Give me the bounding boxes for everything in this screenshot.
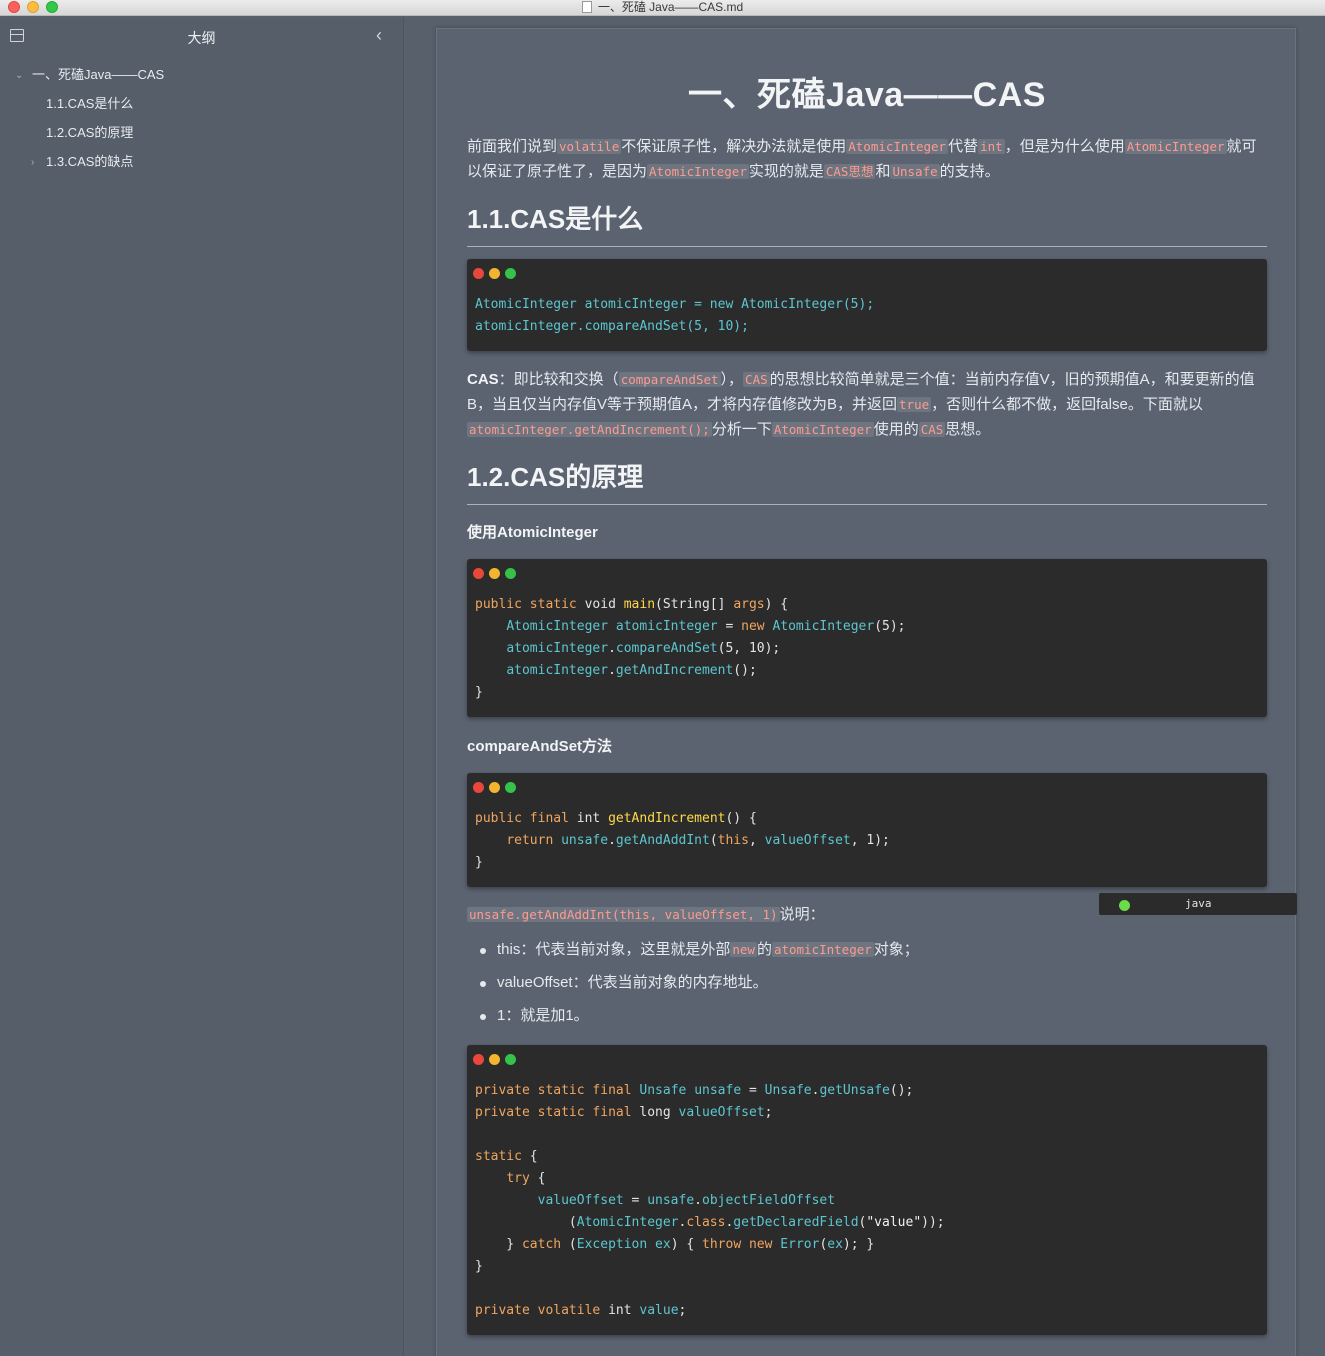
code-content[interactable]: private static final Unsafe unsafe = Uns… [475, 1080, 945, 1322]
chevron-left-icon[interactable]: ‹ [376, 26, 382, 44]
inline-code: AtomicInteger [647, 164, 749, 179]
status-dot-icon [1119, 900, 1130, 911]
window-dots-icon [473, 1052, 521, 1065]
code-content[interactable]: public final int getAndIncrement() { ret… [475, 808, 890, 874]
outline-item-drawbacks[interactable]: › 1.3.CAS的缺点 [0, 152, 403, 181]
heading-compareandset-method: compareAndSet方法 [467, 738, 613, 755]
param-list: this：代表当前对象，这里就是外部 new 的 atomicInteger 对象； v… [467, 939, 1267, 1038]
code-line: AtomicInteger atomicInteger = new Atomic… [475, 297, 875, 312]
inline-code: new [730, 942, 757, 957]
inline-code: AtomicInteger [1124, 139, 1227, 154]
window-title: 一、死磕 Java——CAS.md [0, 0, 1325, 14]
window-dots-icon [473, 780, 521, 793]
heading-use-atomicinteger: 使用AtomicInteger [467, 524, 598, 541]
inline-code: AtomicInteger [771, 422, 874, 437]
inline-code: CAS [918, 422, 946, 437]
inline-code: unsafe.getAndAddInt(this, valueOffset, 1… [467, 907, 780, 922]
inline-code: volatile [557, 139, 622, 154]
inline-code: atomicInteger.getAndIncrement(); [467, 422, 712, 437]
editor-page[interactable]: 一、死磕Java——CAS 前面我们说到 volatile 不保证原子性，解决办法就… [436, 28, 1297, 1356]
inline-code: AtomicInteger [846, 139, 949, 154]
outline-item-cas[interactable]: ⌄ 一、死磕Java——CAS [0, 65, 403, 94]
inline-code: int [978, 139, 1005, 154]
code-language-selector[interactable]: java [1099, 893, 1297, 915]
title-bar: 一、死磕 Java——CAS.md [0, 0, 1325, 16]
list-item: 1：就是加1。 [467, 1005, 1267, 1038]
code-content[interactable]: public static void main(String[] args) {… [475, 594, 906, 704]
heading-cas-principle: 1.2.CAS的原理 [467, 457, 1267, 505]
list-item: valueOffset：代表当前对象的内存地址。 [467, 972, 1267, 1005]
window-dots-icon [473, 566, 521, 579]
code-block-3[interactable]: public final int getAndIncrement() { ret… [467, 773, 1267, 887]
sidebar-title: 大纲 [187, 30, 216, 46]
sidebar-header: 大纲 ‹ [0, 17, 403, 55]
intro-paragraph: 前面我们说到 volatile 不保证原子性，解决办法就是使用 AtomicInteg… [467, 138, 1257, 180]
outline-item-what[interactable]: 1.1.CAS是什么 [0, 94, 403, 123]
code-block-4[interactable]: private static final Unsafe unsafe = Uns… [467, 1045, 1267, 1335]
code-content[interactable]: AtomicInteger atomicInteger = new Atomic… [475, 294, 874, 338]
window-dots-icon [473, 266, 521, 279]
chevron-down-icon[interactable]: ⌄ [15, 66, 23, 86]
inline-code: atomicInteger [771, 942, 874, 957]
code-line: atomicInteger.compareAndSet(5, 10); [475, 319, 749, 334]
outline-list: ⌄ 一、死磕Java——CAS 1.1.CAS是什么 1.2.CAS的原理 › … [0, 65, 403, 181]
outline-item-principle[interactable]: 1.2.CAS的原理 [0, 123, 403, 152]
inline-code: true [897, 397, 932, 412]
inline-code: CAS思想 [823, 164, 876, 179]
heading-what-is-cas: 1.1.CAS是什么 [467, 199, 1267, 247]
document-title: 一、死磕Java——CAS [688, 76, 1046, 114]
document-icon [581, 1, 592, 13]
inline-code: compareAndSet [618, 372, 721, 387]
cas-paragraph: CAS：即比较和交换（ compareAndSet）， CAS 的思想比较简单就是三个… [467, 371, 1255, 438]
code-block-1[interactable]: AtomicInteger atomicInteger = new Atomic… [467, 259, 1267, 351]
code-block-2[interactable]: public static void main(String[] args) {… [467, 559, 1267, 717]
inline-code: Unsafe [890, 164, 940, 179]
chevron-right-icon[interactable]: › [31, 153, 34, 173]
inline-code: CAS [743, 372, 770, 387]
outline-sidebar: 大纲 ‹ ⌄ 一、死磕Java——CAS 1.1.CAS是什么 1.2.CAS的… [0, 17, 404, 1356]
list-item: this：代表当前对象，这里就是外部 new 的 atomicInteger 对象； [467, 939, 1267, 972]
